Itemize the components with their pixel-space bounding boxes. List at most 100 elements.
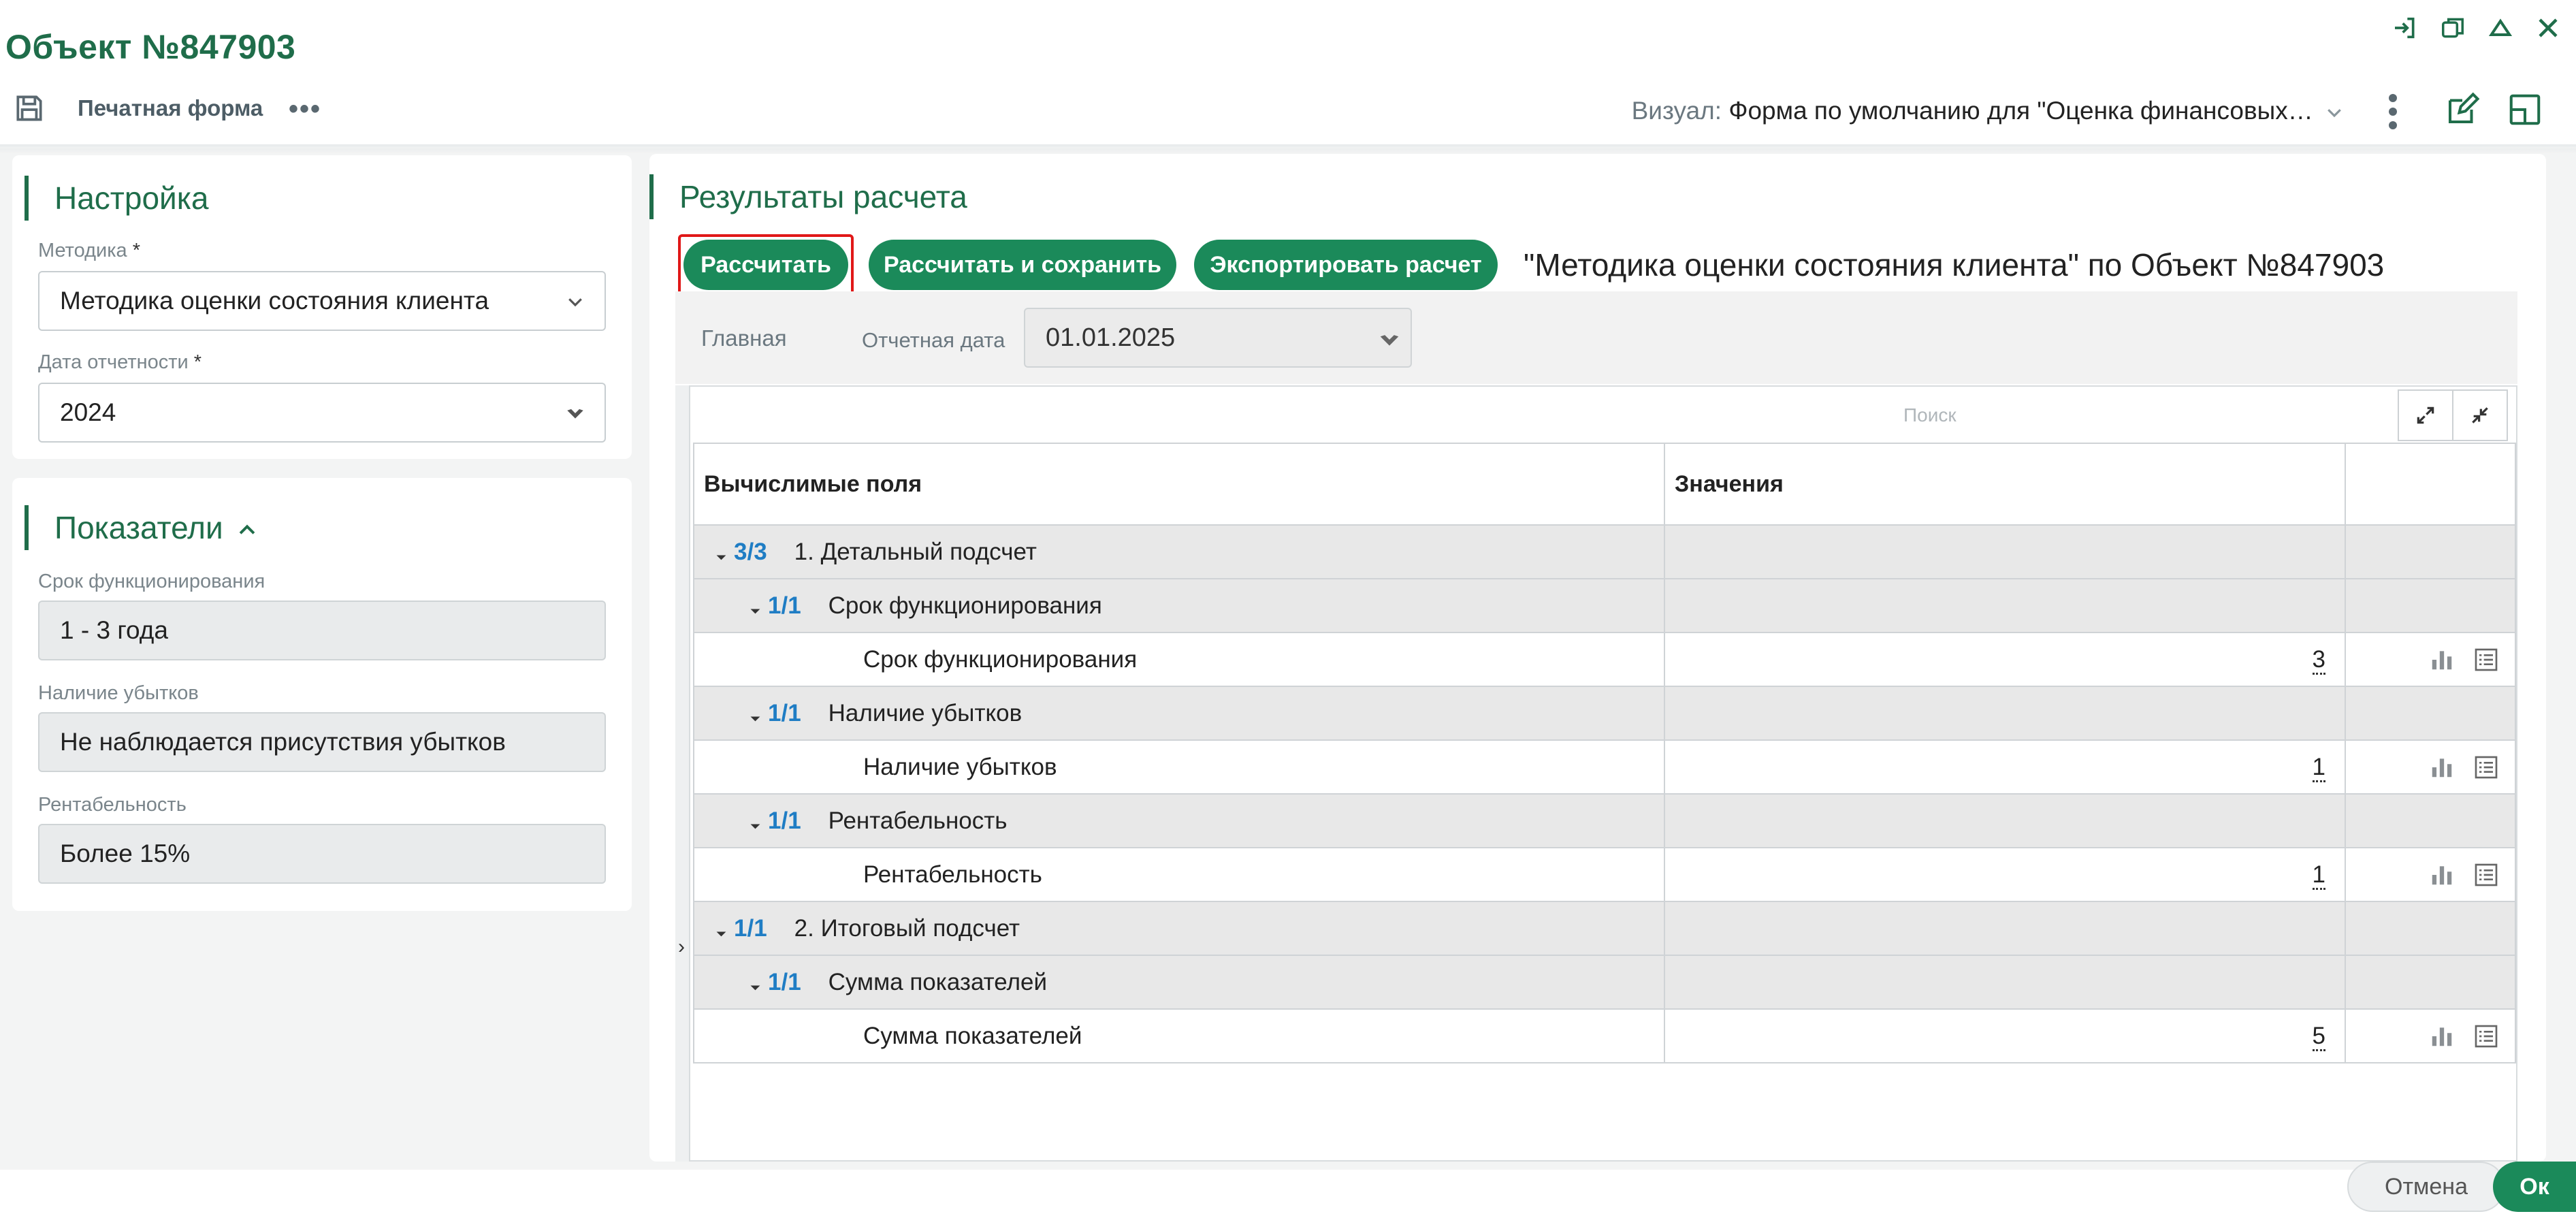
list-details-icon[interactable] [2473,646,2500,673]
edit-icon[interactable] [2444,91,2481,128]
report-date-filter[interactable]: 01.01.2025 [1024,308,1412,368]
export-calculation-button[interactable]: Экспортировать расчет [1194,240,1498,290]
calc-table: Вычислимые поля Значения 3/3 1. Детальный… [693,443,2516,1063]
row-value[interactable]: 3 [2312,645,2325,675]
date-label: Дата отчетности * [38,351,202,373]
value-cell[interactable]: 1 [1664,847,2346,902]
group-count: 1/1 [768,592,801,619]
row-value[interactable]: 1 [2312,753,2325,782]
group-count: 1/1 [768,699,801,726]
value-cell[interactable]: 5 [1664,1008,2346,1063]
expand-triangle-icon[interactable] [745,976,760,991]
value-cell [1664,901,2346,956]
field-cell: 1/1 2. Итоговый подсчет [693,901,1665,956]
expand-icon [2417,406,2434,424]
bar-chart-icon[interactable] [2429,647,2455,673]
ok-button[interactable]: Ок [2493,1162,2576,1212]
row-label: Рентабельность [828,807,1008,834]
report-date-filter-value: 01.01.2025 [1046,323,1176,352]
value-cell [1664,793,2346,848]
field-cell: Рентабельность [693,847,1665,902]
group-row[interactable]: 1/1 2. Итоговый подсчет [693,901,2516,956]
value-cell [1664,578,2346,633]
table-row[interactable]: Наличие убытков 1 [693,739,2516,795]
field-cell: 1/1 Рентабельность [693,793,1665,848]
row-label: Сумма показателей [828,968,1048,995]
panel-layout-icon[interactable] [2507,91,2543,128]
actions-cell [2345,739,2516,795]
column-header-fields[interactable]: Вычислимые поля [693,443,1665,526]
kebab-menu-icon[interactable] [2386,93,2400,131]
bar-chart-icon[interactable] [2429,754,2455,780]
group-row[interactable]: 1/1 Рентабельность [693,793,2516,848]
grid-search[interactable]: Поиск [1903,404,1957,426]
method-select[interactable]: Методика оценки состояния клиента [38,271,606,331]
header-shadow [0,144,2576,154]
value-cell[interactable]: 3 [1664,632,2346,687]
save-icon[interactable] [12,91,46,125]
list-details-icon[interactable] [2473,1023,2500,1050]
field-cell: Сумма показателей [693,1008,1665,1063]
visual-selector[interactable]: Визуал: Форма по умолчанию для "Оценка ф… [1632,97,2345,125]
actions-cell [2345,632,2516,687]
expand-all-button[interactable] [2398,389,2453,441]
expand-triangle-icon[interactable] [745,599,760,614]
chevron-down-icon [568,298,582,307]
close-icon[interactable] [2534,14,2562,42]
expand-triangle-icon[interactable] [711,545,726,560]
field-cell: 1/1 Срок функционирования [693,578,1665,633]
settings-title: Настройка [25,176,208,221]
value-cell[interactable]: 1 [1664,739,2346,795]
visual-value: Форма по умолчанию для "Оценка финансовы… [1728,97,2313,125]
window-controls [2391,14,2562,45]
report-date-value: 2024 [60,398,116,426]
print-form-button[interactable]: Печатная форма [78,95,263,121]
table-row[interactable]: Срок функционирования 3 [693,632,2516,687]
restore-icon[interactable] [2438,14,2467,42]
indicator-value-field: Не наблюдается присутствия убытков [38,712,606,772]
login-icon[interactable] [2391,14,2419,42]
settings-card: Настройка Методика * Методика оценки сос… [12,155,632,459]
tab-main[interactable]: Главная [701,325,787,351]
table-row[interactable]: Рентабельность 1 [693,847,2516,902]
chevron-down-icon [567,409,583,419]
calculate-and-save-button[interactable]: Рассчитать и сохранить [869,240,1176,290]
report-date-select[interactable]: 2024 [38,383,606,443]
group-row[interactable]: 1/1 Наличие убытков [693,686,2516,741]
field-cell: 1/1 Сумма показателей [693,955,1665,1010]
collapse-icon [2472,407,2488,423]
collapse-icon[interactable] [2486,14,2515,42]
list-details-icon[interactable] [2473,861,2500,889]
row-label: 1. Детальный подсчет [794,538,1037,565]
column-header-values[interactable]: Значения [1664,443,2346,526]
chevron-right-icon[interactable]: › [678,935,685,959]
chevron-down-icon [2328,109,2341,118]
value-cell [1664,686,2346,741]
list-details-icon[interactable] [2473,754,2500,781]
actions-cell [2345,955,2516,1010]
expand-triangle-icon[interactable] [745,814,760,829]
collapse-all-button[interactable] [2452,389,2508,441]
group-row[interactable]: 1/1 Срок функционирования [693,578,2516,633]
group-row[interactable]: 1/1 Сумма показателей [693,955,2516,1010]
cancel-button[interactable]: Отмена [2347,1162,2505,1212]
more-actions-button[interactable]: ••• [289,95,321,123]
bar-chart-icon[interactable] [2429,862,2455,888]
actions-cell [2345,793,2516,848]
group-row[interactable]: 3/3 1. Детальный подсчет [693,524,2516,579]
indicators-header[interactable]: Показатели [25,505,259,550]
actions-cell [2345,1008,2516,1063]
table-row[interactable]: Сумма показателей 5 [693,1008,2516,1063]
row-label: Срок функционирования [863,645,1138,673]
table-header-row: Вычислимые поля Значения [693,443,2516,526]
actions-cell [2345,901,2516,956]
row-value[interactable]: 1 [2312,861,2325,890]
results-title: Результаты расчета [649,174,967,219]
bar-chart-icon[interactable] [2429,1023,2455,1049]
row-label: Срок функционирования [828,592,1102,619]
expand-triangle-icon[interactable] [711,922,726,937]
field-cell: Срок функционирования [693,632,1665,687]
indicators-title: Показатели [54,510,223,545]
expand-triangle-icon[interactable] [745,707,760,722]
row-value[interactable]: 5 [2312,1022,2325,1051]
